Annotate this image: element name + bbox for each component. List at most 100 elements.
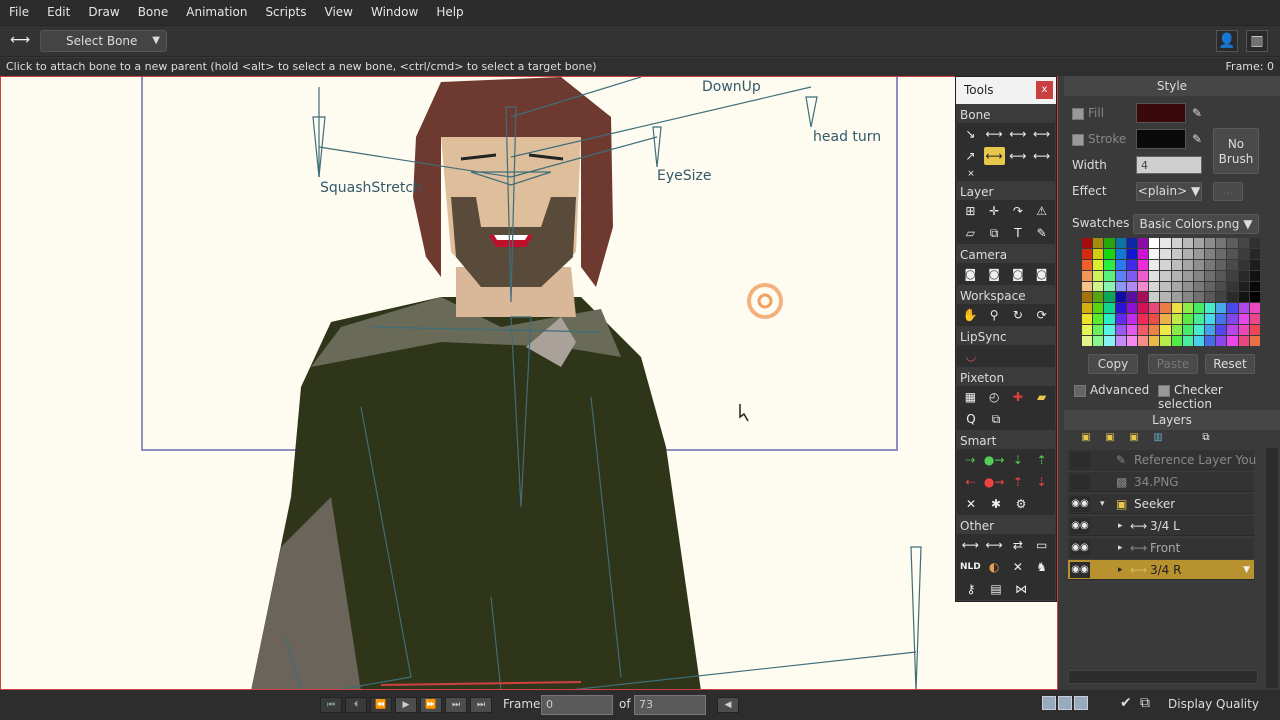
layer-settings-icon[interactable]: ⧉ [1196, 430, 1216, 446]
step-forward-icon[interactable]: ⏩ [420, 697, 442, 713]
palette-swatch[interactable] [1104, 314, 1115, 325]
palette-swatch[interactable] [1193, 281, 1205, 292]
palette-swatch[interactable] [1115, 259, 1126, 270]
bone-strength-icon[interactable]: ⟷ [1008, 147, 1029, 165]
palette-swatch[interactable] [1182, 248, 1193, 259]
palette-swatch[interactable] [1115, 292, 1126, 303]
menu-scripts[interactable]: Scripts [256, 0, 315, 25]
play-icon[interactable]: ▶ [395, 697, 417, 713]
menu-window[interactable]: Window [362, 0, 427, 25]
layer-row-selected[interactable]: ◉◉ ▸ ⟷ 3/4 R ▼ [1068, 560, 1254, 580]
palette-swatch[interactable] [1104, 270, 1115, 281]
no-brush-button[interactable]: No Brush [1213, 128, 1259, 174]
palette-swatch[interactable] [1227, 259, 1238, 270]
palette-swatch[interactable] [1205, 238, 1216, 248]
palette-swatch[interactable] [1216, 259, 1227, 270]
palette-swatch[interactable] [1093, 325, 1104, 336]
chevron-down-icon[interactable]: ▾ [1100, 494, 1105, 514]
eye-icon[interactable]: ◉◉ [1070, 540, 1090, 556]
palette-swatch[interactable] [1193, 303, 1205, 314]
palette-swatch[interactable] [1249, 314, 1260, 325]
palette-swatch[interactable] [1193, 259, 1205, 270]
palette-swatch[interactable] [1238, 303, 1249, 314]
palette-swatch[interactable] [1193, 325, 1205, 336]
palette-swatch[interactable] [1104, 238, 1115, 248]
pan-tilt-camera-icon[interactable]: ◙ [1031, 265, 1052, 283]
hand-icon[interactable]: ✋ [960, 306, 981, 324]
other-bone-icon[interactable]: ⟷ [960, 536, 981, 554]
next-keyframe-icon[interactable]: ⏭ [445, 697, 467, 713]
chevron-right-icon[interactable]: ▸ [1118, 538, 1123, 558]
pixeton-clock-icon[interactable]: ◴ [984, 388, 1005, 406]
palette-swatch[interactable] [1149, 292, 1160, 303]
palette-swatch[interactable] [1171, 248, 1182, 259]
pixeton-cross-icon[interactable]: ✚ [1008, 388, 1029, 406]
zoom-icon[interactable]: ⚲ [984, 306, 1005, 324]
smart-bone-down-icon[interactable]: ⇣ [1008, 451, 1029, 469]
palette-swatch[interactable] [1149, 248, 1160, 259]
swatches-dropdown[interactable]: Basic Colors.png ▼ [1133, 214, 1259, 234]
palette-swatch[interactable] [1137, 259, 1149, 270]
track-camera-icon[interactable]: ◙ [960, 265, 981, 283]
palette-swatch[interactable] [1160, 238, 1171, 248]
stroke-checkbox[interactable]: Stroke [1072, 132, 1126, 146]
quad-view-icon[interactable] [1074, 696, 1088, 710]
palette-swatch[interactable] [1082, 238, 1093, 248]
layer-row[interactable]: ◉◉ ▸ ⟷ 3/4 L [1068, 516, 1254, 536]
reparent-bone-icon[interactable]: ⟷ [983, 147, 1005, 165]
palette-swatch[interactable] [1115, 270, 1126, 281]
palette-swatch[interactable] [1182, 336, 1193, 346]
palette-swatch[interactable] [1249, 281, 1260, 292]
palette-swatch[interactable] [1227, 325, 1238, 336]
palette-swatch[interactable] [1126, 314, 1137, 325]
palette-swatch[interactable] [1082, 281, 1093, 292]
palette-swatch[interactable] [1249, 325, 1260, 336]
palette-swatch[interactable] [1082, 325, 1093, 336]
palette-swatch[interactable] [1104, 259, 1115, 270]
step-back-icon[interactable]: ⏪ [370, 697, 392, 713]
smart-bone-right-icon[interactable]: ⇢ [960, 451, 981, 469]
palette-swatch[interactable] [1205, 259, 1216, 270]
smart-bone-red-dot-icon[interactable]: ●→ [984, 473, 1005, 491]
display-quality-button[interactable]: Display Quality [1168, 697, 1259, 711]
palette-swatch[interactable] [1171, 325, 1182, 336]
palette-swatch[interactable] [1216, 314, 1227, 325]
palette-swatch[interactable] [1126, 325, 1137, 336]
palette-swatch[interactable] [1093, 281, 1104, 292]
palette-swatch[interactable] [1126, 292, 1137, 303]
palette-icon[interactable]: ◐ [984, 558, 1005, 576]
palette-swatch[interactable] [1193, 314, 1205, 325]
palette-swatch[interactable] [1182, 259, 1193, 270]
manipulate-bones-icon[interactable]: ↗ [960, 147, 981, 165]
palette-swatch[interactable] [1093, 238, 1104, 248]
fill-eyedropper-icon[interactable]: ✎ [1192, 106, 1202, 120]
layer-row[interactable]: ✎ Reference Layer Young [1068, 450, 1256, 470]
palette-swatch[interactable] [1227, 281, 1238, 292]
palette-swatch[interactable] [1205, 281, 1216, 292]
other-bone-clock-icon[interactable]: ⟷ [984, 536, 1005, 554]
palette-swatch[interactable] [1115, 281, 1126, 292]
palette-swatch[interactable] [1082, 270, 1093, 281]
fill-color-swatch[interactable] [1136, 103, 1186, 123]
palette-swatch[interactable] [1205, 292, 1216, 303]
palette-swatch[interactable] [1171, 314, 1182, 325]
palette-swatch[interactable] [1137, 325, 1149, 336]
palette-swatch[interactable] [1093, 303, 1104, 314]
select-bone-tool-icon[interactable]: ⟷ [10, 32, 30, 50]
palette-swatch[interactable] [1149, 270, 1160, 281]
duplicate-layer-icon[interactable]: ▣ [1124, 430, 1144, 446]
palette-swatch[interactable] [1104, 292, 1115, 303]
set-origin-icon[interactable]: ✛ [984, 202, 1005, 220]
palette-swatch[interactable] [1216, 281, 1227, 292]
eyedropper-icon[interactable]: ✎ [1031, 224, 1052, 242]
prev-keyframe-icon[interactable]: ⏴ [345, 697, 367, 713]
layers-horizontal-scrollbar[interactable] [1068, 670, 1258, 684]
smart-bone-dot-icon[interactable]: ●→ [984, 451, 1005, 469]
palette-swatch[interactable] [1160, 259, 1171, 270]
visibility-off-icon[interactable] [1070, 474, 1090, 490]
other-network-icon[interactable]: ⋈ [1010, 580, 1032, 598]
palette-swatch[interactable] [1149, 336, 1160, 346]
advanced-checkbox[interactable]: Advanced [1074, 383, 1149, 397]
menu-view[interactable]: View [316, 0, 362, 25]
palette-swatch[interactable] [1227, 248, 1238, 259]
